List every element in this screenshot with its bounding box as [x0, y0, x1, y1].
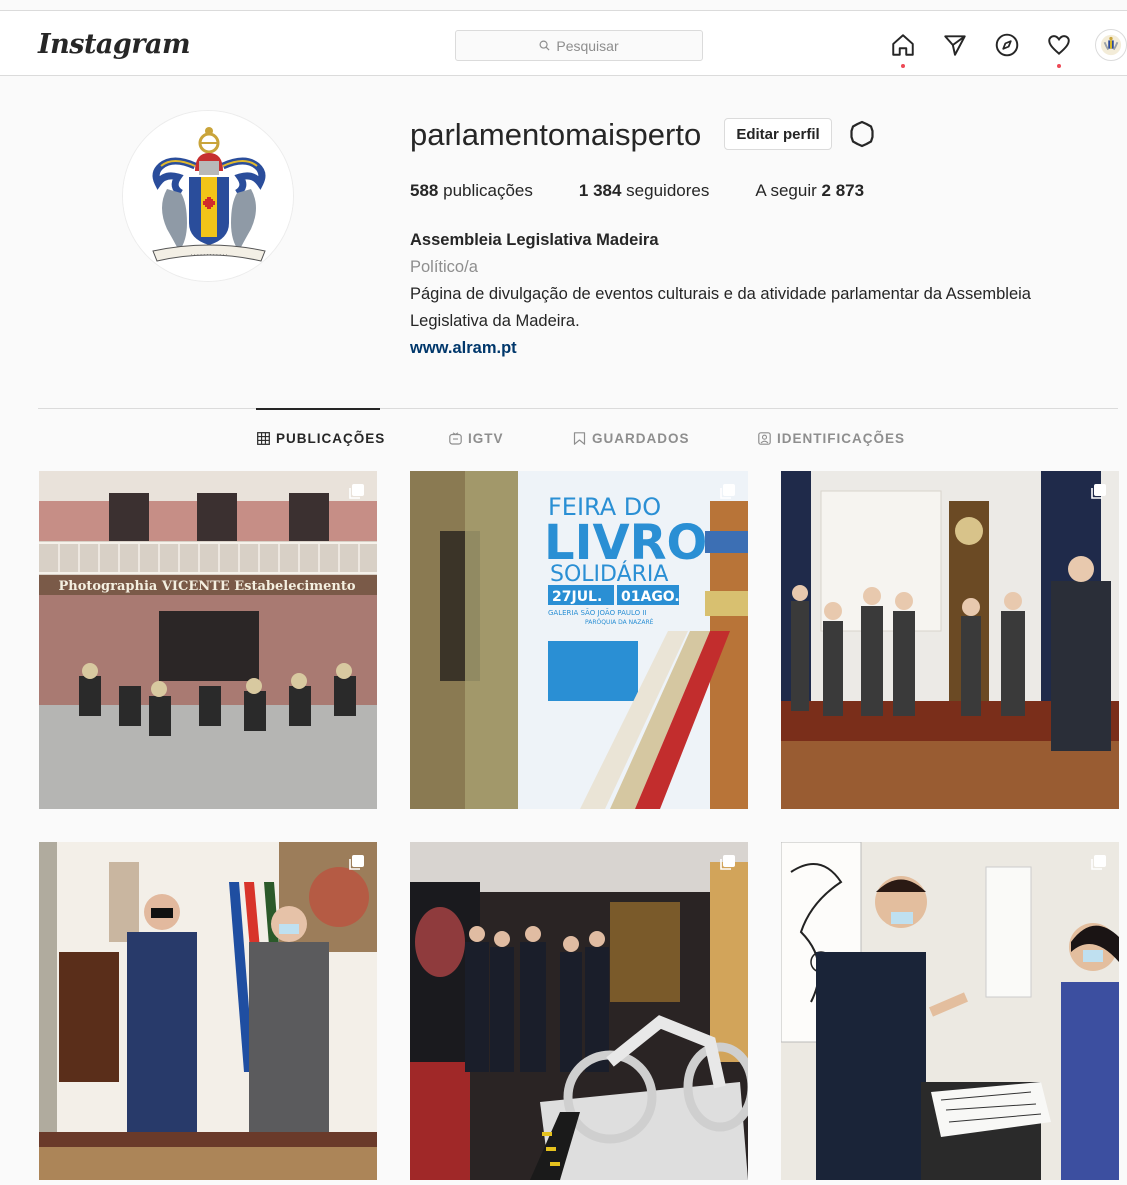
post-exposicao-galeria[interactable] [781, 842, 1119, 1180]
profile-avatar-icon[interactable] [1093, 29, 1127, 61]
explore-icon[interactable] [989, 30, 1024, 60]
post-image [39, 842, 377, 1180]
profile-stats: 588 publicações 1 384 seguidores A segui… [410, 181, 910, 201]
post-exposicao-mota[interactable] [410, 842, 748, 1180]
poster-venue2: PARÓQUIA DA NAZARÉ [585, 618, 654, 626]
posts-count-label: publicações [443, 181, 533, 200]
followers-count[interactable]: 1 384 seguidores [579, 181, 709, 201]
post-image: Photographia VICENTE Estabelecimento [39, 471, 377, 809]
followers-count-value: 1 384 [578, 181, 622, 200]
carousel-icon [1091, 855, 1106, 870]
tab-igtv[interactable]: IGTV [449, 431, 504, 446]
post-image [410, 842, 748, 1180]
nav-icons [885, 29, 1127, 68]
tab-label: PUBLICAÇÕES [276, 431, 386, 446]
profile-tabs: PUBLICAÇÕES IGTV GUARDADOS IDENTIFICAÇÕE… [0, 431, 1127, 451]
post-image [781, 471, 1119, 809]
profile-username: parlamentomaisperto [410, 117, 702, 152]
following-count[interactable]: A seguir 2 873 [755, 181, 864, 201]
top-navigation-bar: Instagram Pesquisar [0, 10, 1127, 76]
search-placeholder: Pesquisar [556, 37, 619, 54]
tab-label: GUARDADOS [592, 431, 690, 446]
tab-label: IGTV [468, 431, 504, 446]
profile-picture[interactable]: · · · · · · · · · · · · [122, 110, 294, 282]
notification-dot [1056, 64, 1061, 68]
grid-icon [257, 432, 270, 445]
bookmark-icon [573, 432, 586, 445]
post-feira-do-livro[interactable]: FEIRA DO LIVRO SOLIDÁRIA 27JUL. 01AGO. G… [410, 471, 748, 809]
poster-date1: 27JUL. [552, 589, 602, 605]
edit-profile-button[interactable]: Editar perfil [724, 118, 832, 150]
active-tab-indicator [256, 408, 380, 410]
carousel-icon [720, 484, 735, 499]
posts-count-value: 588 [410, 181, 439, 200]
activity-heart-icon[interactable] [1041, 30, 1076, 68]
post-photographia-vicente[interactable]: Photographia VICENTE Estabelecimento [39, 471, 377, 809]
tab-guardados[interactable]: GUARDADOS [573, 431, 690, 446]
posts-count: 588 publicações [410, 181, 533, 201]
profile-bio: Assembleia Legislativa Madeira Político/… [410, 227, 1110, 362]
followers-count-label: seguidores [626, 181, 710, 200]
poster-venue1: GALERIA SÃO JOÃO PAULO II [548, 608, 647, 617]
profile-category: Político/a [410, 258, 478, 276]
direct-icon[interactable] [937, 30, 972, 60]
poster-line3: SOLIDÁRIA [550, 561, 668, 587]
profile-website-link[interactable]: www.alram.pt [410, 335, 1110, 362]
carousel-icon [349, 855, 364, 870]
carousel-icon [720, 855, 735, 870]
search-icon [539, 40, 550, 51]
tab-label: IDENTIFICAÇÕES [777, 431, 906, 446]
post-image: FEIRA DO LIVRO SOLIDÁRIA 27JUL. 01AGO. G… [410, 471, 748, 809]
instagram-logo[interactable]: Instagram [38, 29, 191, 60]
profile-full-name: Assembleia Legislativa Madeira [410, 231, 659, 249]
home-icon[interactable] [885, 30, 920, 68]
tab-publicacoes[interactable]: PUBLICAÇÕES [257, 431, 385, 446]
post-visita-sala[interactable] [781, 471, 1119, 809]
notification-dot [900, 64, 905, 68]
tagged-icon [758, 432, 771, 445]
profile-description: Página de divulgação de eventos culturai… [410, 285, 1031, 330]
carousel-icon [1091, 484, 1106, 499]
following-count-label: A seguir [755, 181, 817, 200]
poster-date2: 01AGO. [621, 589, 680, 605]
following-count-value: 2 873 [821, 181, 865, 200]
coat-of-arms-image: · · · · · · · · · · · · [123, 111, 293, 281]
tab-identificacoes[interactable]: IDENTIFICAÇÕES [758, 431, 905, 446]
post-image [781, 842, 1119, 1180]
igtv-icon [449, 432, 462, 445]
post-militar-reuniao[interactable] [39, 842, 377, 1180]
svg-text:· · · · · · · · · · · ·: · · · · · · · · · · · · [191, 252, 228, 258]
tabs-divider [38, 408, 1118, 409]
settings-gear-icon[interactable] [847, 119, 877, 149]
carousel-icon [349, 484, 364, 499]
search-input[interactable]: Pesquisar [455, 30, 703, 61]
post-sign-text: Photographia VICENTE Estabelecimento [58, 579, 355, 594]
